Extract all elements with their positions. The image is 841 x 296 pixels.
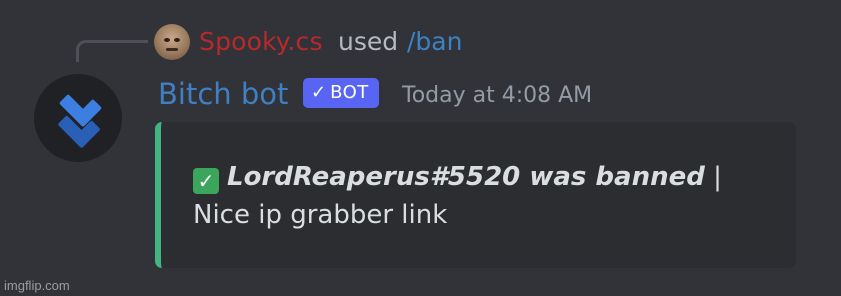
- separator: |: [713, 162, 722, 192]
- embed-description: ✓ LordReaperus#5520 was banned | Nice ip …: [193, 158, 783, 234]
- watermark: imgflip.com: [4, 278, 70, 293]
- ban-reason: Nice ip grabber link: [193, 200, 448, 230]
- reply-command[interactable]: /ban: [407, 24, 462, 60]
- bot-tag: ✓ BOT: [303, 78, 379, 108]
- bot-tag-label: BOT: [330, 82, 369, 103]
- embed: ✓ LordReaperus#5520 was banned | Nice ip …: [155, 122, 796, 268]
- double-chevron-logo-icon: [58, 94, 102, 148]
- reply-used-text: used: [338, 27, 399, 56]
- bot-verified-check-icon: ✓: [311, 82, 327, 103]
- reply-user-avatar[interactable]: [154, 24, 190, 60]
- avatar-eye-left: [164, 38, 170, 42]
- check-mark-icon: ✓: [193, 168, 219, 194]
- bot-avatar[interactable]: [34, 74, 122, 162]
- reply-connector-line: [76, 40, 148, 62]
- ban-result-text: LordReaperus#5520 was banned: [227, 162, 705, 192]
- message-author[interactable]: Bitch bot: [158, 74, 288, 114]
- avatar-mouth: [166, 48, 178, 51]
- avatar-eye-right: [174, 38, 180, 42]
- message-timestamp: Today at 4:08 AM: [402, 83, 593, 108]
- reply-username[interactable]: Spooky.cs: [199, 24, 323, 60]
